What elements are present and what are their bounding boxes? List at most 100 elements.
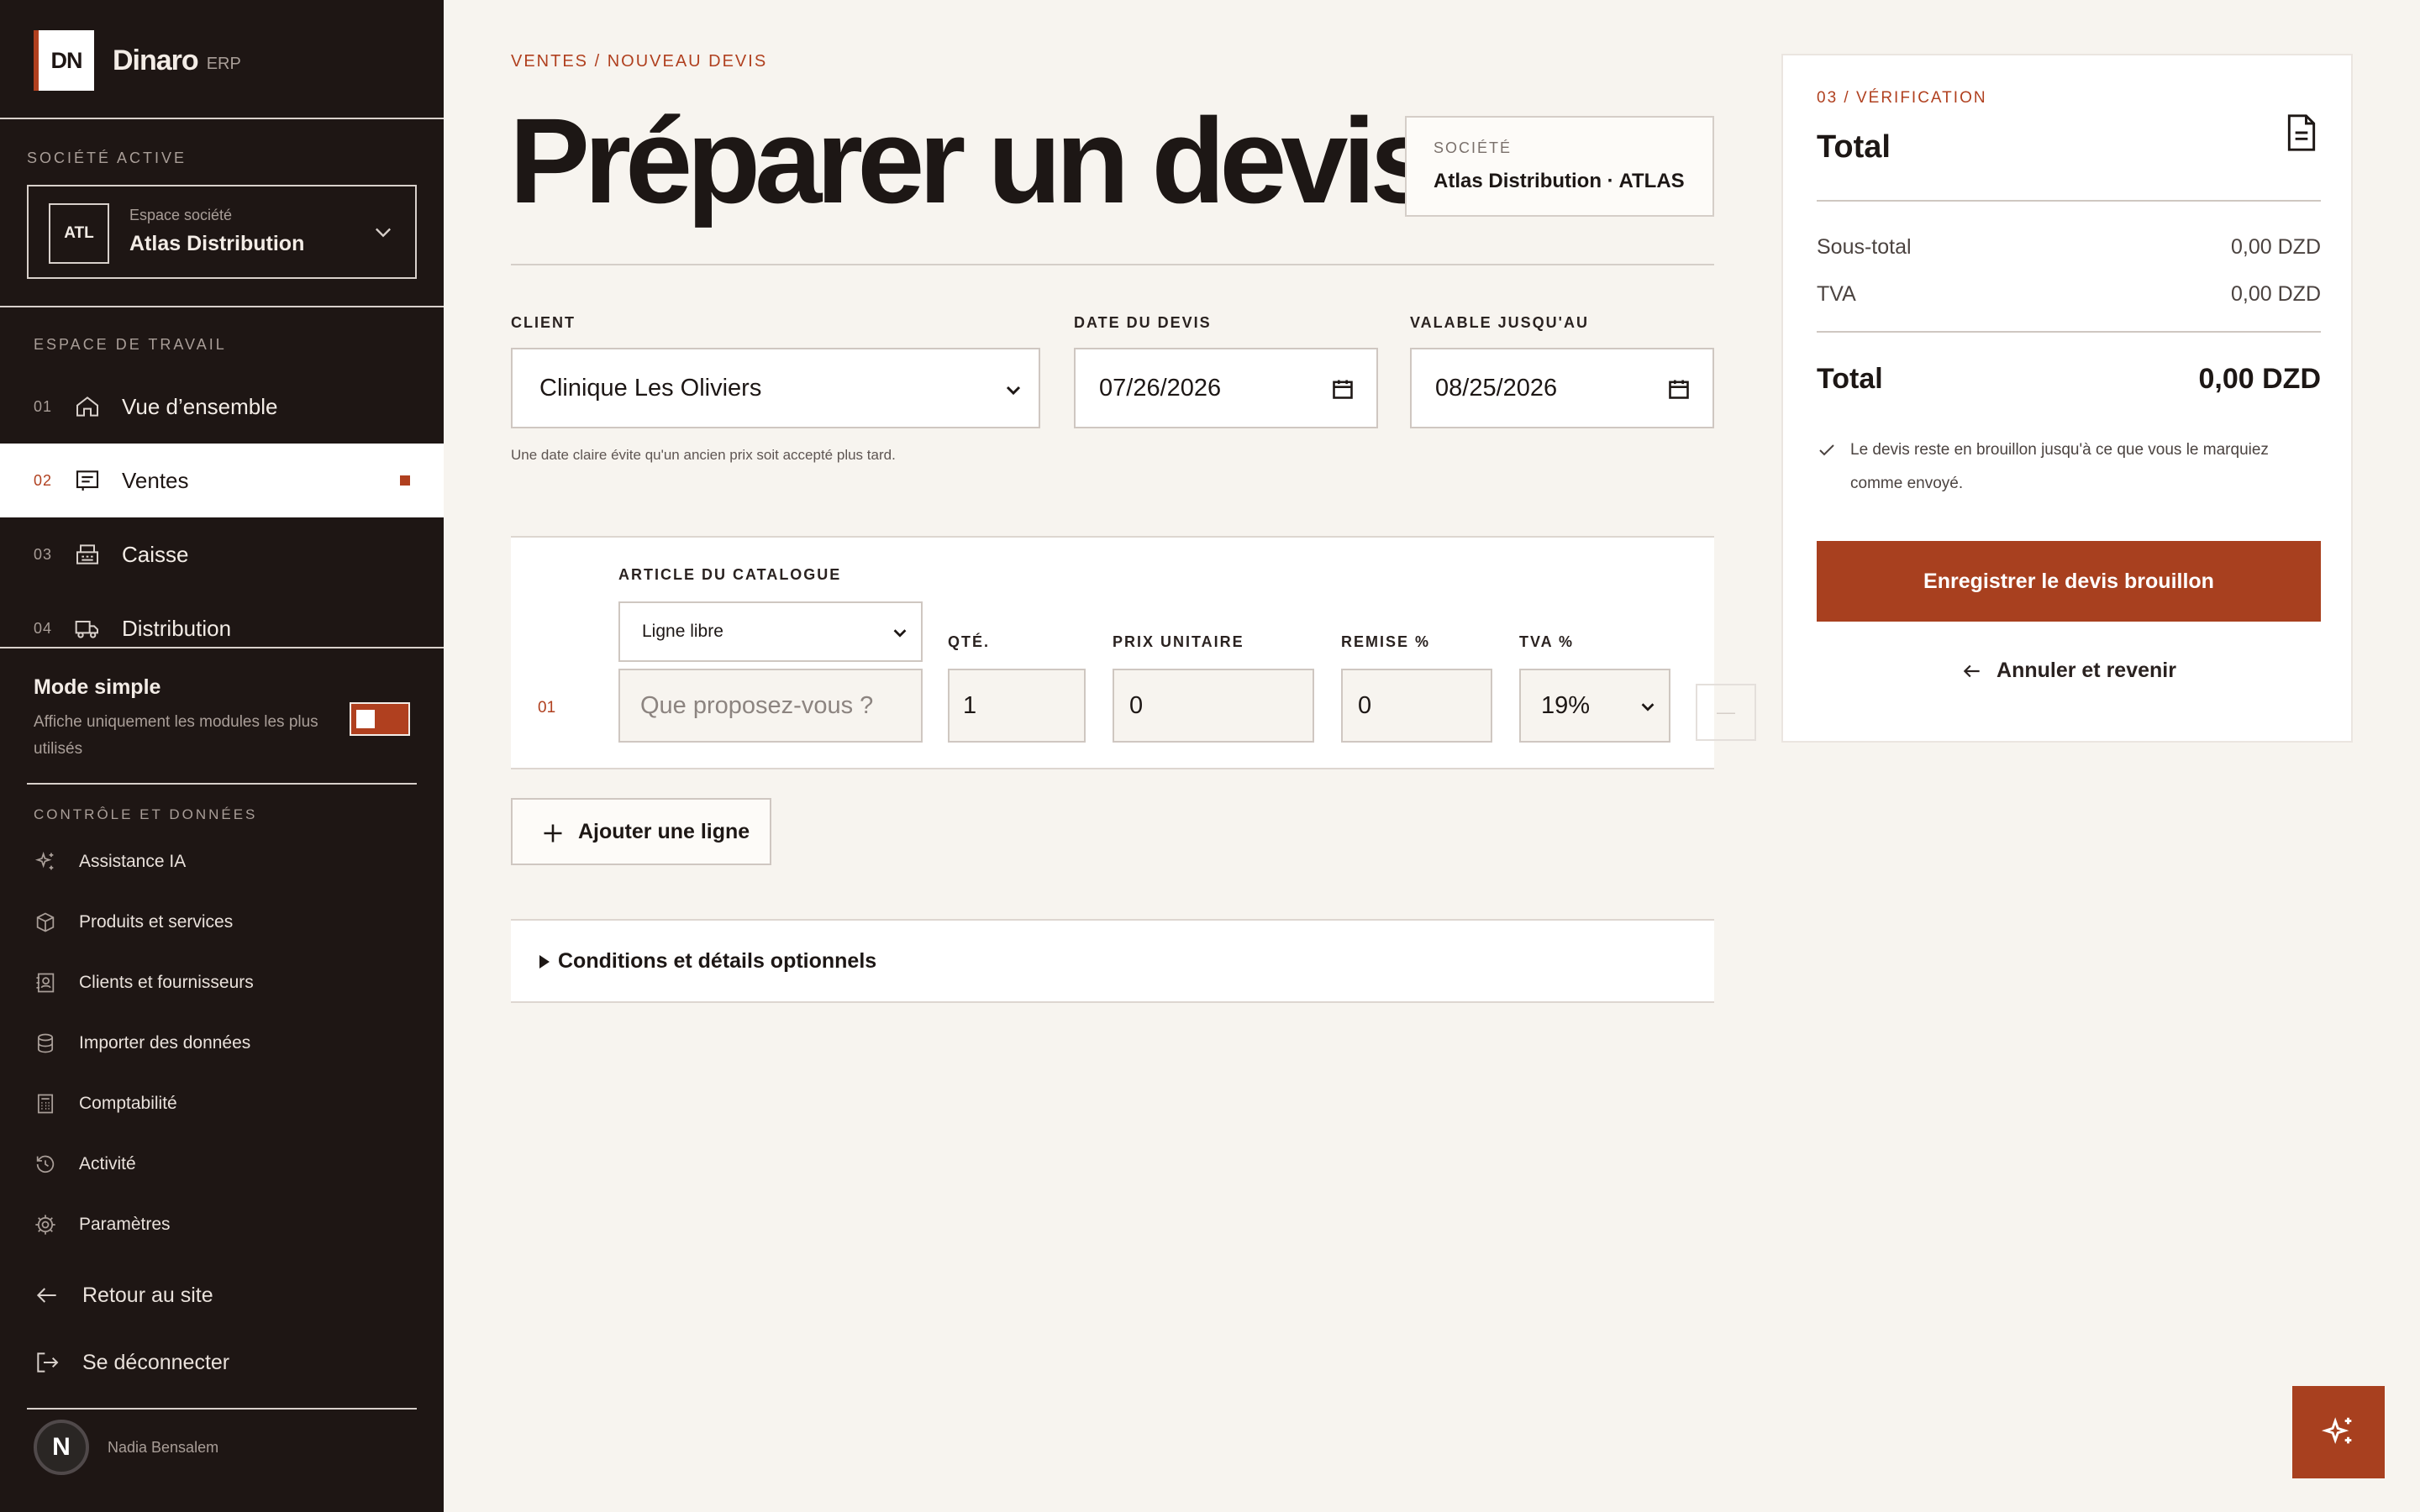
company-card-value: Atlas Distribution · ATLAS bbox=[1434, 170, 1685, 192]
qty-input[interactable]: 1 bbox=[948, 669, 1086, 743]
company-label: Espace société bbox=[129, 207, 233, 223]
optional-details-toggle[interactable]: Conditions et détails optionnels bbox=[511, 919, 1714, 1003]
quote-date-input[interactable]: 07/26/2026 bbox=[1074, 348, 1378, 428]
valid-until-label: VALABLE JUSQU'AU bbox=[1410, 314, 1589, 331]
truck-icon bbox=[75, 621, 98, 638]
brand[interactable]: DN Dinaro ERP bbox=[34, 30, 241, 91]
quote-date-label: DATE DU DEVIS bbox=[1074, 314, 1212, 331]
nav-label: Distribution bbox=[122, 615, 232, 641]
total-label: Total bbox=[1817, 363, 1883, 395]
description-placeholder: Que proposez-vous ? bbox=[640, 691, 874, 719]
ai-assistant-button[interactable] bbox=[2292, 1386, 2385, 1478]
nav-number: 04 bbox=[34, 619, 53, 637]
contacts-icon bbox=[36, 973, 55, 993]
user-name: Nadia Bensalem bbox=[108, 1438, 219, 1456]
valid-until-value: 08/25/2026 bbox=[1435, 374, 1558, 402]
nav-item-import[interactable]: Importer des données bbox=[0, 1023, 444, 1063]
catalog-select[interactable]: Ligne libre bbox=[618, 601, 923, 662]
nav-item-activity[interactable]: Activité bbox=[0, 1144, 444, 1184]
calculator-icon bbox=[37, 1094, 54, 1114]
nav-number: 03 bbox=[34, 545, 53, 563]
nav-label: Paramètres bbox=[79, 1215, 171, 1234]
brand-sub: ERP bbox=[206, 54, 241, 73]
nav-label: Activité bbox=[79, 1154, 136, 1173]
vat-row: TVA 0,00 DZD bbox=[1817, 282, 2321, 307]
sparkles-icon bbox=[2321, 1417, 2352, 1444]
vat-row-label: TVA bbox=[1817, 282, 1856, 306]
vat-row-value: 0,00 DZD bbox=[2231, 282, 2321, 306]
simple-mode-toggle[interactable] bbox=[350, 702, 410, 736]
chevron-down-icon bbox=[893, 629, 907, 638]
total-row: Total 0,00 DZD bbox=[1817, 363, 2321, 396]
vat-select[interactable]: 19% bbox=[1519, 669, 1670, 743]
divider bbox=[0, 118, 444, 119]
company-switcher[interactable]: ATL Espace société Atlas Distribution bbox=[27, 185, 417, 279]
back-to-site-label: Retour au site bbox=[82, 1283, 213, 1307]
divider bbox=[27, 783, 417, 785]
nav-item-contacts[interactable]: Clients et fournisseurs bbox=[0, 963, 444, 1003]
divider bbox=[0, 306, 444, 307]
receipt-icon bbox=[76, 470, 99, 491]
nav-label: Ventes bbox=[122, 467, 189, 493]
nav-item-register[interactable]: 03 Caisse bbox=[0, 517, 444, 591]
divider bbox=[511, 264, 1714, 265]
quote-date-value: 07/26/2026 bbox=[1099, 374, 1222, 402]
nav-item-sales[interactable]: 02 Ventes bbox=[0, 444, 444, 517]
vat-value: 19% bbox=[1541, 691, 1591, 719]
add-line-button[interactable]: Ajouter une ligne bbox=[511, 798, 771, 865]
client-select[interactable]: Clinique Les Oliviers bbox=[511, 348, 1040, 428]
price-label: PRIX UNITAIRE bbox=[1113, 633, 1244, 650]
description-input[interactable]: Que proposez-vous ? bbox=[618, 669, 923, 743]
nav-label: Importer des données bbox=[79, 1033, 251, 1053]
cancel-label: Annuler et revenir bbox=[1996, 659, 2176, 682]
user-profile[interactable]: N Nadia Bensalem bbox=[34, 1420, 218, 1475]
back-to-site-link[interactable]: Retour au site bbox=[0, 1272, 444, 1319]
nav-label: Assistance IA bbox=[79, 852, 187, 871]
unit-price-input[interactable]: 0 bbox=[1113, 669, 1314, 743]
date-hint: Une date claire évite qu'un ancien prix … bbox=[511, 447, 896, 463]
chevron-down-icon bbox=[376, 228, 391, 238]
arrow-left-icon bbox=[1963, 664, 1980, 677]
remove-line-button[interactable]: — bbox=[1696, 684, 1756, 741]
subtotal-row: Sous-total 0,00 DZD bbox=[1817, 235, 2321, 260]
client-label: CLIENT bbox=[511, 314, 576, 331]
optional-details-label: Conditions et détails optionnels bbox=[558, 948, 877, 973]
nav-number: 01 bbox=[34, 397, 53, 415]
client-value: Clinique Les Oliviers bbox=[539, 374, 762, 402]
save-draft-button[interactable]: Enregistrer le devis brouillon bbox=[1817, 541, 2321, 622]
nav-item-products[interactable]: Produits et services bbox=[0, 902, 444, 942]
valid-until-input[interactable]: 08/25/2026 bbox=[1410, 348, 1714, 428]
active-indicator bbox=[400, 475, 410, 486]
toggle-knob bbox=[356, 710, 375, 728]
discount-input[interactable]: 0 bbox=[1341, 669, 1492, 743]
nav-number: 02 bbox=[34, 471, 53, 489]
logout-link[interactable]: Se déconnecter bbox=[0, 1339, 444, 1386]
sparkles-icon bbox=[34, 851, 54, 870]
nav-item-ai-assistance[interactable]: Assistance IA bbox=[0, 842, 444, 882]
company-card-label: SOCIÉTÉ bbox=[1434, 139, 1512, 156]
check-icon bbox=[1819, 444, 1834, 456]
cancel-link[interactable]: Annuler et revenir bbox=[1783, 659, 2354, 683]
chevron-down-icon bbox=[1641, 703, 1655, 711]
nav-item-settings[interactable]: Paramètres bbox=[0, 1205, 444, 1245]
nav-item-distribution[interactable]: 04 Distribution bbox=[0, 591, 444, 665]
nav-item-overview[interactable]: 01 Vue d’ensemble bbox=[0, 370, 444, 444]
divider bbox=[0, 647, 444, 648]
arrow-left-icon bbox=[36, 1288, 56, 1303]
nav-item-accounting[interactable]: Comptabilité bbox=[0, 1084, 444, 1124]
summary-card: 03 / VÉRIFICATION Total Sous-total 0,00 … bbox=[1781, 54, 2353, 743]
workspace-title: ESPACE DE TRAVAIL bbox=[34, 336, 227, 353]
page-title: Préparer un devis bbox=[509, 93, 1438, 228]
draft-note: Le devis reste en brouillon jusqu'à ce q… bbox=[1850, 441, 2269, 492]
discount-label: REMISE % bbox=[1341, 633, 1431, 650]
vat-label: TVA % bbox=[1519, 633, 1575, 650]
company-card: SOCIÉTÉ Atlas Distribution · ATLAS bbox=[1405, 116, 1714, 217]
box-icon bbox=[36, 912, 55, 932]
gear-icon bbox=[35, 1215, 55, 1235]
brand-logo: DN bbox=[34, 30, 94, 91]
divider bbox=[27, 1408, 417, 1410]
chevron-down-icon bbox=[1006, 386, 1021, 396]
summary-step: 03 / VÉRIFICATION bbox=[1817, 89, 1987, 107]
total-value: 0,00 DZD bbox=[2198, 363, 2322, 395]
nav-label: Comptabilité bbox=[79, 1094, 177, 1113]
